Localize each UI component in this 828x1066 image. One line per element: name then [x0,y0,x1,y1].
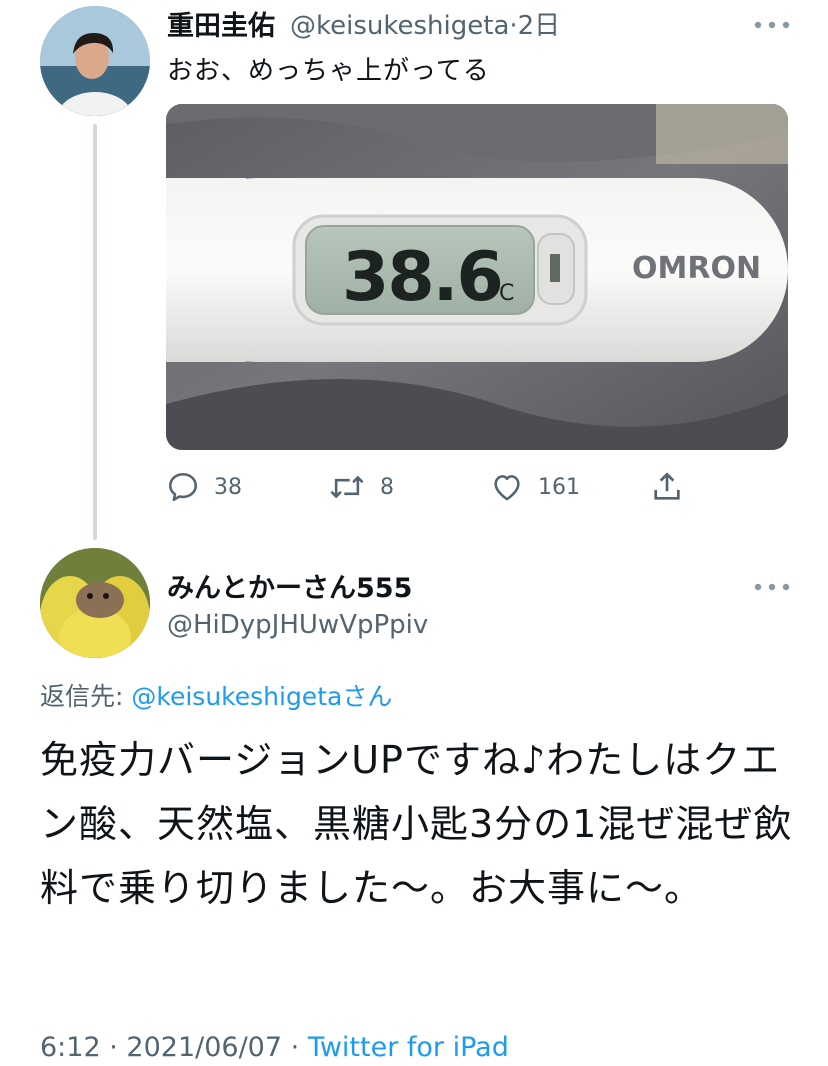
thermometer-unit: °C [488,281,514,306]
tweet-text: おお、めっちゃ上がってる [167,56,490,86]
footer-separator: · [290,1032,300,1063]
meta-separator: · [509,11,518,41]
display-name[interactable]: 重田圭佑 [167,4,275,43]
avatar[interactable] [40,6,150,116]
tweet-media-image[interactable]: 38.6 °C OMRON [166,104,788,450]
thread-line [93,124,97,540]
tweet-time[interactable]: 6:12 [40,1032,101,1063]
tweet-date[interactable]: 2021/06/07 [126,1032,282,1063]
retweet-icon [330,475,364,499]
reply-suffix: さん [342,682,393,711]
thermometer-photo: 38.6 °C OMRON [166,104,788,450]
thermometer-reading: 38.6 [342,238,502,317]
footer-separator: · [109,1032,118,1063]
avatar-photo [40,548,150,658]
reply-context: 返信先: @keisukeshigetaさん [40,677,392,713]
handle[interactable]: @keisukeshigeta [290,11,509,41]
source-link[interactable]: Twitter for iPad [308,1032,509,1063]
reply-button[interactable]: 38 [166,470,242,504]
like-count: 161 [538,474,580,500]
more-options-button[interactable] [752,578,792,597]
timestamp[interactable]: 2日 [518,11,561,41]
more-options-button[interactable] [752,16,792,35]
tweet-text: 免疫力バージョンUPですね♪わたしはクエン酸、天然塩、黒糖小匙3分の1混ぜ混ぜ飲… [40,738,793,910]
ellipsis-icon [754,583,790,591]
heart-icon [494,475,520,501]
reply-icon [168,472,198,502]
tweet-footer: 6:12 · 2021/06/07 · Twitter for iPad [40,1032,509,1063]
share-icon [654,472,680,500]
retweet-count: 8 [380,474,394,500]
reply-prefix: 返信先: [40,682,132,711]
display-name[interactable]: みんとかーさん555 [167,566,412,605]
avatar[interactable] [40,548,150,658]
share-button[interactable] [650,470,684,504]
avatar-photo [40,6,150,116]
like-button[interactable]: 161 [490,470,580,504]
ellipsis-icon [754,21,790,29]
tweet-meta: @keisukeshigeta·2日 [290,5,560,42]
handle[interactable]: @HiDypJHUwVpPpiv [167,610,428,640]
thermometer-brand: OMRON [632,251,761,286]
reply-mention-link[interactable]: @keisukeshigeta [131,682,342,711]
reply-count: 38 [214,474,242,500]
retweet-button[interactable]: 8 [328,470,394,504]
